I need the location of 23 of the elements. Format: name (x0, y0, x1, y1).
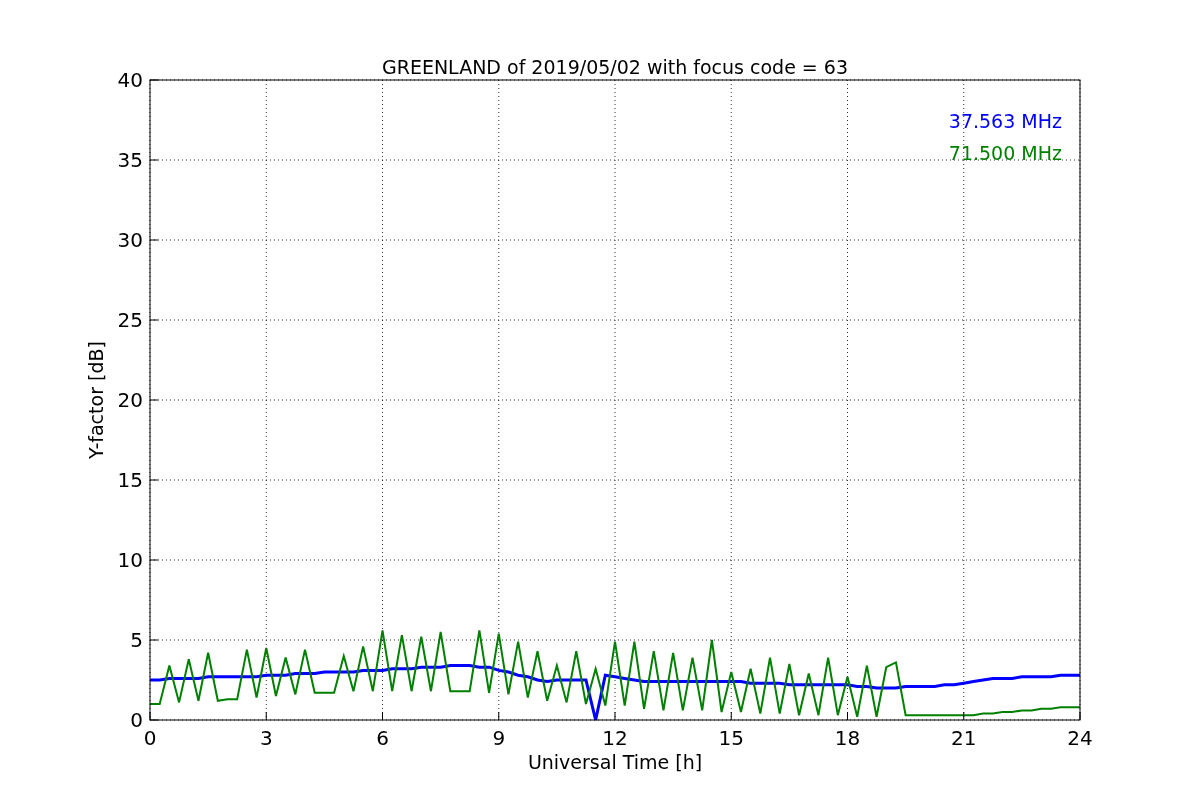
tick-label: 40 (117, 68, 143, 92)
axis-label: Universal Time [h] (527, 751, 703, 773)
legend-label: 71.500 MHz (948, 142, 1062, 164)
tick-label: 15 (117, 468, 143, 492)
chart-title: GREENLAND of 2019/05/02 with focus code = 63 (382, 56, 848, 78)
tick-label: 18 (834, 726, 861, 750)
tick-label: 24 (1067, 726, 1093, 750)
tick-label: 30 (117, 228, 143, 252)
tick-label: 21 (951, 726, 977, 750)
tick-label: 15 (718, 726, 744, 750)
tick-label: 9 (492, 726, 506, 750)
tick-label: 5 (130, 628, 143, 652)
tick-label: 12 (602, 726, 628, 750)
axis-label: Y-factor [dB] (85, 341, 107, 459)
tick-label: 35 (117, 148, 143, 172)
tick-label: 3 (259, 726, 273, 750)
tick-label: 10 (117, 548, 143, 572)
legend-label: 37.563 MHz (948, 110, 1062, 132)
tick-label: 25 (117, 308, 143, 332)
tick-label: 20 (117, 388, 143, 412)
tick-label: 0 (143, 726, 157, 750)
tick-label: 6 (376, 726, 389, 750)
tick-label: 0 (130, 708, 143, 732)
